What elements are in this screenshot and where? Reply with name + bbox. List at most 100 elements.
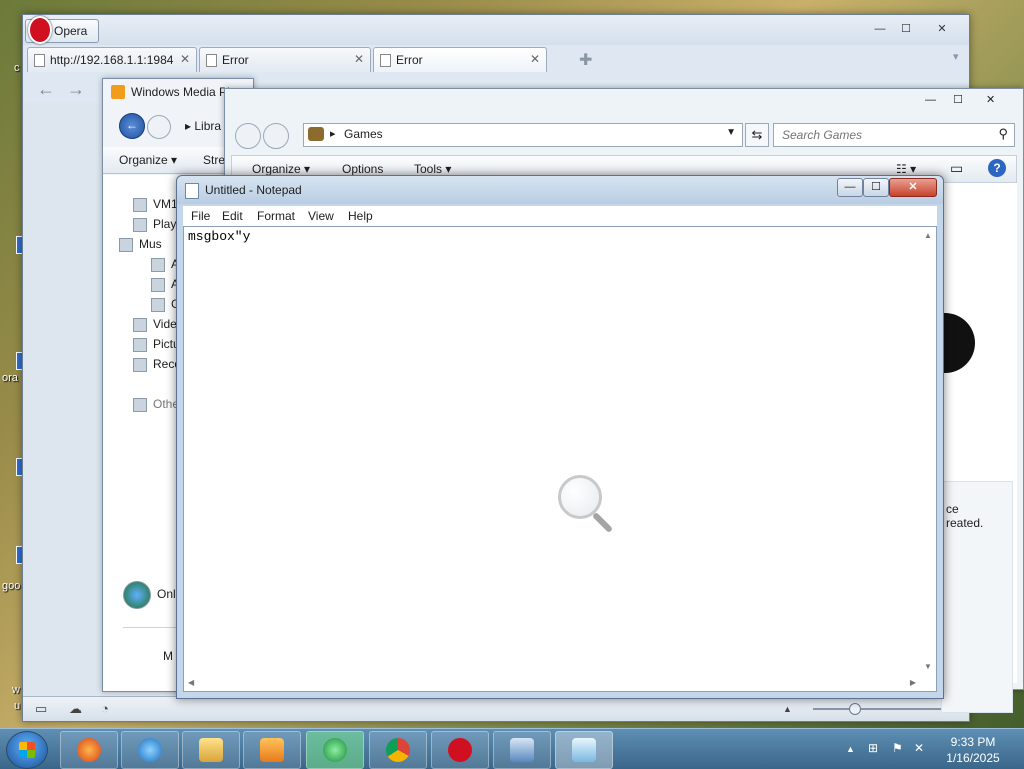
- nav-item-album[interactable]: A: [151, 277, 179, 292]
- scroll-down-icon[interactable]: ▼: [924, 662, 932, 671]
- start-button[interactable]: [6, 731, 48, 769]
- taskbar: ▲ ⊞ ⚑ ✕ 9:33 PM 1/16/2025: [0, 728, 1024, 769]
- taskbar-explorer[interactable]: [182, 731, 240, 769]
- minimize-button[interactable]: —: [867, 21, 893, 37]
- tab-label: Error: [396, 53, 423, 67]
- cloud-icon[interactable]: ☁: [69, 701, 82, 717]
- breadcrumb-arrow-icon[interactable]: ▸: [330, 127, 336, 140]
- back-arrow-icon[interactable]: ←: [37, 79, 55, 100]
- artist-icon: [151, 257, 165, 272]
- media-center-icon: [323, 738, 347, 762]
- scroll-left-icon[interactable]: ◀: [188, 678, 194, 687]
- nav-item-recorded[interactable]: Reco: [133, 357, 181, 372]
- tab-close-icon[interactable]: ✕: [354, 52, 364, 66]
- close-button[interactable]: ✕: [929, 21, 955, 37]
- opera-titlebar[interactable]: Opera — ☐ ✕: [23, 15, 969, 45]
- chrome-icon: [386, 738, 410, 762]
- tab-router[interactable]: http://192.168.1.1:1984... ✕: [27, 47, 197, 72]
- breadcrumb[interactable]: ▸ Libra: [185, 119, 221, 133]
- firefox-icon: [77, 738, 101, 762]
- volume-muted-icon[interactable]: ✕: [914, 741, 924, 755]
- notepad-icon: [572, 738, 596, 762]
- nav-item-pictures[interactable]: Pictu: [133, 337, 180, 352]
- folder-icon: [199, 738, 223, 762]
- add-tab-icon[interactable]: ✚: [579, 50, 592, 70]
- text-editor[interactable]: msgbox"y: [184, 227, 926, 679]
- taskbar-chrome[interactable]: [369, 731, 427, 769]
- address-bar[interactable]: ▸ Games ▼: [303, 123, 743, 147]
- back-button[interactable]: ←: [119, 113, 145, 139]
- notepad-window[interactable]: Untitled - Notepad — ☐ ✕ File Edit Forma…: [176, 175, 944, 699]
- clock[interactable]: 9:33 PM 1/16/2025: [938, 734, 1008, 766]
- opera-menu-button[interactable]: Opera: [25, 16, 99, 44]
- tools-menu[interactable]: Tools ▾: [414, 162, 451, 176]
- notepad-titlebar[interactable]: Untitled - Notepad — ☐ ✕: [177, 176, 943, 204]
- tab-menu-icon[interactable]: ▾: [953, 50, 959, 63]
- speed-dial-icon[interactable]: ◔: [101, 701, 109, 716]
- scroll-right-icon[interactable]: ▶: [910, 678, 916, 687]
- show-hidden-icons[interactable]: ▲: [846, 744, 855, 754]
- maximize-button[interactable]: ☐: [953, 94, 963, 106]
- refresh-button[interactable]: ⇆: [745, 123, 769, 147]
- help-button[interactable]: ?: [988, 159, 1006, 177]
- nav-item-playlists[interactable]: Play: [133, 217, 176, 232]
- options-menu[interactable]: Options: [342, 162, 383, 176]
- view-menu-icon[interactable]: ☷ ▾: [896, 162, 916, 176]
- menu-help[interactable]: Help: [348, 209, 373, 223]
- tab-close-icon[interactable]: ✕: [180, 52, 190, 66]
- panel-toggle-icon[interactable]: ▭: [35, 701, 47, 717]
- opera-icon: [448, 738, 472, 762]
- menu-edit[interactable]: Edit: [222, 209, 243, 223]
- forward-button[interactable]: [147, 115, 171, 139]
- taskbar-network[interactable]: [493, 731, 551, 769]
- tab-error[interactable]: Error ✕: [199, 47, 371, 72]
- back-button[interactable]: [235, 123, 261, 149]
- tab-error-active[interactable]: Error ✕: [373, 47, 547, 72]
- preview-pane-icon[interactable]: ▭: [950, 160, 963, 177]
- search-icon[interactable]: ⚲: [998, 126, 1008, 142]
- organize-menu[interactable]: Organize ▾: [119, 153, 177, 167]
- horizontal-scrollbar[interactable]: ◀ ▶: [184, 675, 920, 691]
- window-title: Untitled - Notepad: [205, 183, 302, 197]
- nav-item-videos[interactable]: Vide: [133, 317, 177, 332]
- minimize-button[interactable]: —: [925, 94, 936, 106]
- menu-format[interactable]: Format: [257, 209, 295, 223]
- maximize-button[interactable]: ☐: [893, 21, 919, 37]
- taskbar-ie[interactable]: [121, 731, 179, 769]
- menu-file[interactable]: File: [191, 209, 210, 223]
- zoom-slider-handle[interactable]: [849, 703, 861, 715]
- forward-button[interactable]: [263, 123, 289, 149]
- nav-item-artist[interactable]: A: [151, 257, 179, 272]
- notepad-icon: [185, 183, 199, 199]
- taskbar-firefox[interactable]: [60, 731, 118, 769]
- nav-item-other[interactable]: Othe: [133, 397, 179, 412]
- taskbar-opera[interactable]: [431, 731, 489, 769]
- stream-menu[interactable]: Stre: [203, 153, 225, 167]
- close-button[interactable]: ✕: [889, 178, 937, 197]
- close-button[interactable]: ✕: [986, 94, 995, 106]
- forward-arrow-icon[interactable]: →: [67, 79, 85, 100]
- address-dropdown-icon[interactable]: ▼: [726, 127, 736, 138]
- taskbar-notepad[interactable]: [555, 731, 613, 769]
- organize-menu[interactable]: Organize ▾: [252, 162, 310, 176]
- minimize-button[interactable]: —: [837, 178, 863, 197]
- scroll-up-icon[interactable]: ▲: [924, 231, 932, 240]
- search-input[interactable]: [780, 127, 984, 143]
- taskbar-media-center[interactable]: [306, 731, 364, 769]
- clock-time: 9:33 PM: [950, 735, 996, 749]
- media-guide-link[interactable]: M: [163, 649, 173, 663]
- nav-item-vm[interactable]: VM1: [133, 197, 178, 212]
- desktop-label: u: [14, 700, 21, 712]
- search-box[interactable]: ⚲: [773, 123, 1015, 147]
- maximize-button[interactable]: ☐: [863, 178, 889, 197]
- action-center-icon[interactable]: ⚑: [892, 741, 903, 755]
- taskbar-wmp[interactable]: [243, 731, 301, 769]
- menu-view[interactable]: View: [308, 209, 334, 223]
- online-stores-button[interactable]: Onli: [123, 581, 178, 609]
- network-tray-icon[interactable]: ⊞: [868, 741, 878, 755]
- tab-close-icon[interactable]: ✕: [530, 52, 540, 66]
- nav-item-music[interactable]: Mus: [119, 237, 162, 252]
- media-player-icon: [260, 738, 284, 762]
- zoom-up-icon[interactable]: ▲: [783, 704, 792, 714]
- vertical-scrollbar[interactable]: ▲ ▼: [920, 227, 936, 675]
